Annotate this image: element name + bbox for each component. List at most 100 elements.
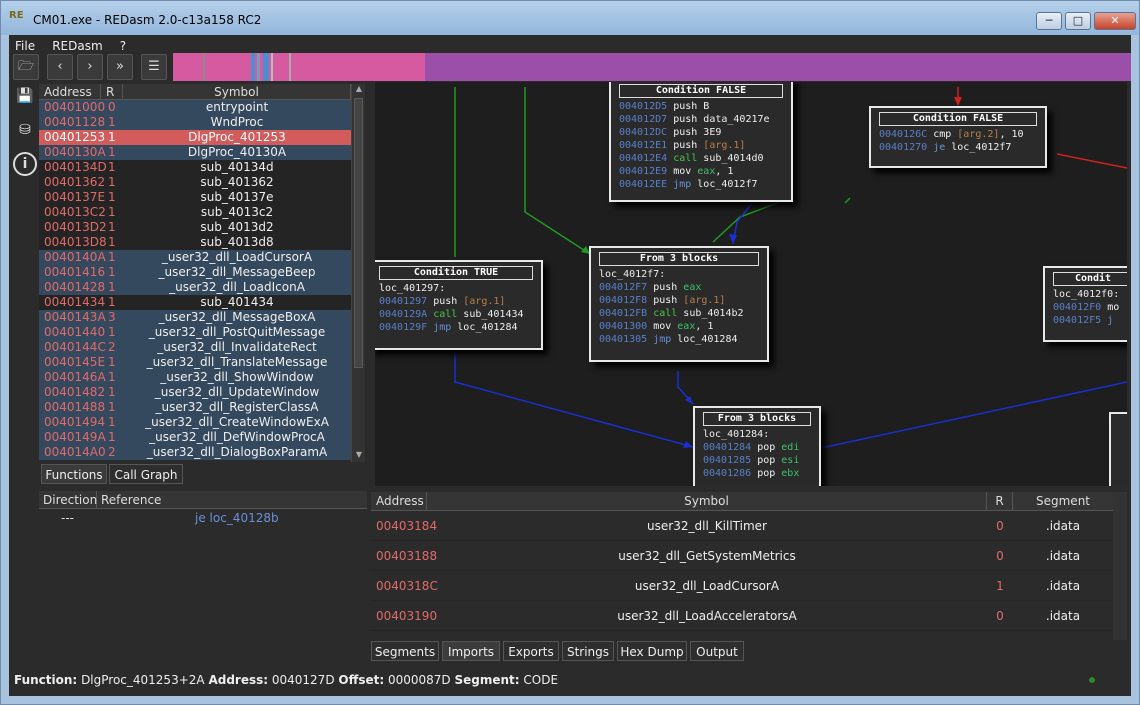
asm-line[interactable]: loc_4012f0: <box>1045 288 1127 301</box>
open-folder-icon[interactable]: 🗁 <box>13 54 39 80</box>
function-row[interactable]: 004013D8 1 sub_4013d8 <box>39 235 351 250</box>
import-row[interactable]: 0040318C user32_dll_LoadCursorA 1 .idata <box>371 571 1127 601</box>
navbar-code-segment[interactable] <box>173 53 425 81</box>
functions-scrollbar[interactable]: ▲ ▼ <box>351 84 365 462</box>
asm-line[interactable]: 00401285 pop esi <box>695 454 819 467</box>
column-header-direction[interactable]: Direction <box>39 491 97 508</box>
imports-scrollbar[interactable] <box>1113 492 1127 640</box>
tab-output[interactable]: Output <box>690 641 744 661</box>
function-row[interactable]: 004013D2 1 sub_4013d2 <box>39 220 351 235</box>
document-navigation-bar[interactable] <box>173 53 1131 81</box>
back-arrow-icon[interactable]: ‹ <box>47 54 73 80</box>
function-row[interactable]: 00401253 1 DlgProc_401253 <box>39 130 351 145</box>
navbar-data-segment[interactable] <box>425 53 1131 81</box>
info-icon[interactable]: i <box>13 152 37 176</box>
asm-line[interactable]: 004012E9 mov eax, 1 <box>611 165 791 178</box>
function-row[interactable]: 004014A0 2 _user32_dll_DialogBoxParamA <box>39 445 351 460</box>
function-row[interactable]: 00401000 0 entrypoint <box>39 100 351 115</box>
column-header-r[interactable]: R <box>987 492 1013 510</box>
column-header-symbol[interactable]: Symbol <box>427 492 987 510</box>
asm-line[interactable]: 004012D7 push data_40217e <box>611 113 791 126</box>
function-row[interactable]: 0040144C 2 _user32_dll_InvalidateRect <box>39 340 351 355</box>
function-row[interactable]: 00401488 1 _user32_dll_RegisterClassA <box>39 400 351 415</box>
maximize-button[interactable]: □ <box>1065 12 1091 30</box>
forward-arrow-icon[interactable]: › <box>77 54 103 80</box>
function-row[interactable]: 00401494 1 _user32_dll_CreateWindowExA <box>39 415 351 430</box>
function-row[interactable]: 00401482 1 _user32_dll_UpdateWindow <box>39 385 351 400</box>
minimize-button[interactable]: ─ <box>1036 12 1062 30</box>
import-row[interactable]: 00403190 user32_dll_LoadAcceleratorsA 0 .id… <box>371 601 1127 631</box>
function-row[interactable]: 0040149A 1 _user32_dll_DefWindowProcA <box>39 430 351 445</box>
asm-line[interactable]: 004012EE jmp loc_4012f7 <box>611 178 791 191</box>
tab-functions[interactable]: Functions <box>41 464 107 484</box>
function-row[interactable]: 00401362 1 sub_401362 <box>39 175 351 190</box>
function-row[interactable]: 0040130A 1 DlgProc_40130A <box>39 145 351 160</box>
column-header-address[interactable]: Address <box>371 492 427 510</box>
asm-line[interactable]: 004012E1 push [arg.1] <box>611 139 791 152</box>
function-row[interactable]: 00401434 1 sub_401434 <box>39 295 351 310</box>
asm-line[interactable]: 0040129A call sub_401434 <box>375 308 541 321</box>
graph-block[interactable]: Condition FALSE 004012D5 push B 004012D7 p… <box>609 82 793 202</box>
tab-exports[interactable]: Exports <box>503 641 559 661</box>
asm-line[interactable]: 00401284 pop edi <box>695 441 819 454</box>
goto-icon[interactable]: » <box>107 54 133 80</box>
graph-block-partial[interactable] <box>1109 412 1127 486</box>
close-button[interactable]: ✕ <box>1094 12 1136 30</box>
function-row[interactable]: 00401440 1 _user32_dll_PostQuitMessage <box>39 325 351 340</box>
asm-line[interactable]: 004012D5 push B <box>611 100 791 113</box>
function-row[interactable]: 00401128 1 WndProc <box>39 115 351 130</box>
asm-line[interactable]: 00401300 mov eax, 1 <box>591 320 767 333</box>
asm-line[interactable]: 004012F7 push eax <box>591 281 767 294</box>
title-bar[interactable]: RE CM01.exe - REDasm 2.0-c13a158 RC2 ─ □… <box>1 1 1139 35</box>
tab-hex-dump[interactable]: Hex Dump <box>617 641 687 661</box>
asm-line[interactable]: loc_401284: <box>695 428 819 441</box>
function-row[interactable]: 0040146A 1 _user32_dll_ShowWindow <box>39 370 351 385</box>
scroll-up-arrow-icon[interactable]: ▲ <box>352 84 366 96</box>
graph-block[interactable]: From 3 blocks loc_401284: 00401284 pop edi… <box>693 406 821 486</box>
asm-line[interactable]: 004012F0 mo <box>1045 301 1127 314</box>
column-header-symbol[interactable]: Symbol <box>123 84 351 99</box>
asm-line[interactable]: 0040129F jmp loc_401284 <box>375 321 541 334</box>
asm-line[interactable]: 004012E4 call sub_4014d0 <box>611 152 791 165</box>
column-header-r[interactable]: R <box>101 84 123 99</box>
asm-line[interactable]: 00401297 push [arg.1] <box>375 295 541 308</box>
graph-block[interactable]: Condition FALSE 0040126C cmp [arg.2], 10 0… <box>869 106 1047 168</box>
reference-row[interactable]: --- je loc_40128b <box>39 509 367 527</box>
scrollbar-thumb[interactable] <box>354 98 363 368</box>
database-icon[interactable]: ⛁ <box>13 118 37 142</box>
asm-line[interactable]: loc_401297: <box>375 282 541 295</box>
asm-line[interactable]: 004012DC push 3E9 <box>611 126 791 139</box>
asm-line[interactable]: 0040126C cmp [arg.2], 10 <box>871 128 1045 141</box>
function-row[interactable]: 0040143A 3 _user32_dll_MessageBoxA <box>39 310 351 325</box>
graph-block[interactable]: Condition TRUE loc_401297: 00401297 push [… <box>375 260 543 350</box>
listing-icon[interactable]: ☰ <box>141 54 167 80</box>
function-row[interactable]: 0040134D 1 sub_40134d <box>39 160 351 175</box>
column-header-segment[interactable]: Segment <box>1013 492 1113 510</box>
function-row[interactable]: 00401416 1 _user32_dll_MessageBeep <box>39 265 351 280</box>
graph-block[interactable]: Condit loc_4012f0: 004012F0 mo 004012F5 j <box>1043 266 1127 342</box>
asm-line[interactable]: 00401286 pop ebx <box>695 467 819 480</box>
tab-call-graph[interactable]: Call Graph <box>109 464 183 484</box>
function-row[interactable]: 004013C2 1 sub_4013c2 <box>39 205 351 220</box>
graph-view[interactable]: Condition FALSE 004012D5 push B 004012D7 p… <box>375 82 1127 486</box>
import-row[interactable]: 00403184 user32_dll_KillTimer 0 .idata <box>371 511 1127 541</box>
tab-segments[interactable]: Segments <box>371 641 439 661</box>
column-header-address[interactable]: Address <box>39 84 101 99</box>
tab-strings[interactable]: Strings <box>562 641 614 661</box>
asm-line[interactable]: 004012FB call sub_4014b2 <box>591 307 767 320</box>
asm-line[interactable]: 00401305 jmp loc_401284 <box>591 333 767 346</box>
asm-line[interactable]: loc_4012f7: <box>591 268 767 281</box>
asm-line[interactable]: 004012F8 push [arg.1] <box>591 294 767 307</box>
scroll-down-arrow-icon[interactable]: ▼ <box>352 450 366 462</box>
asm-line[interactable]: 00401270 je loc_4012f7 <box>871 141 1045 154</box>
column-header-reference[interactable]: Reference <box>97 491 367 508</box>
function-row[interactable]: 0040140A 1 _user32_dll_LoadCursorA <box>39 250 351 265</box>
function-row[interactable]: 0040137E 1 sub_40137e <box>39 190 351 205</box>
import-row[interactable]: 00403188 user32_dll_GetSystemMetrics 0 .ida… <box>371 541 1127 571</box>
function-row[interactable]: 0040145E 1 _user32_dll_TranslateMessage <box>39 355 351 370</box>
save-icon[interactable]: 💾 <box>13 84 37 108</box>
tab-imports[interactable]: Imports <box>442 641 500 661</box>
graph-block[interactable]: From 3 blocks loc_4012f7: 004012F7 push ea… <box>589 246 769 362</box>
asm-line[interactable]: 004012F5 j <box>1045 314 1127 327</box>
function-row[interactable]: 00401428 1 _user32_dll_LoadIconA <box>39 280 351 295</box>
